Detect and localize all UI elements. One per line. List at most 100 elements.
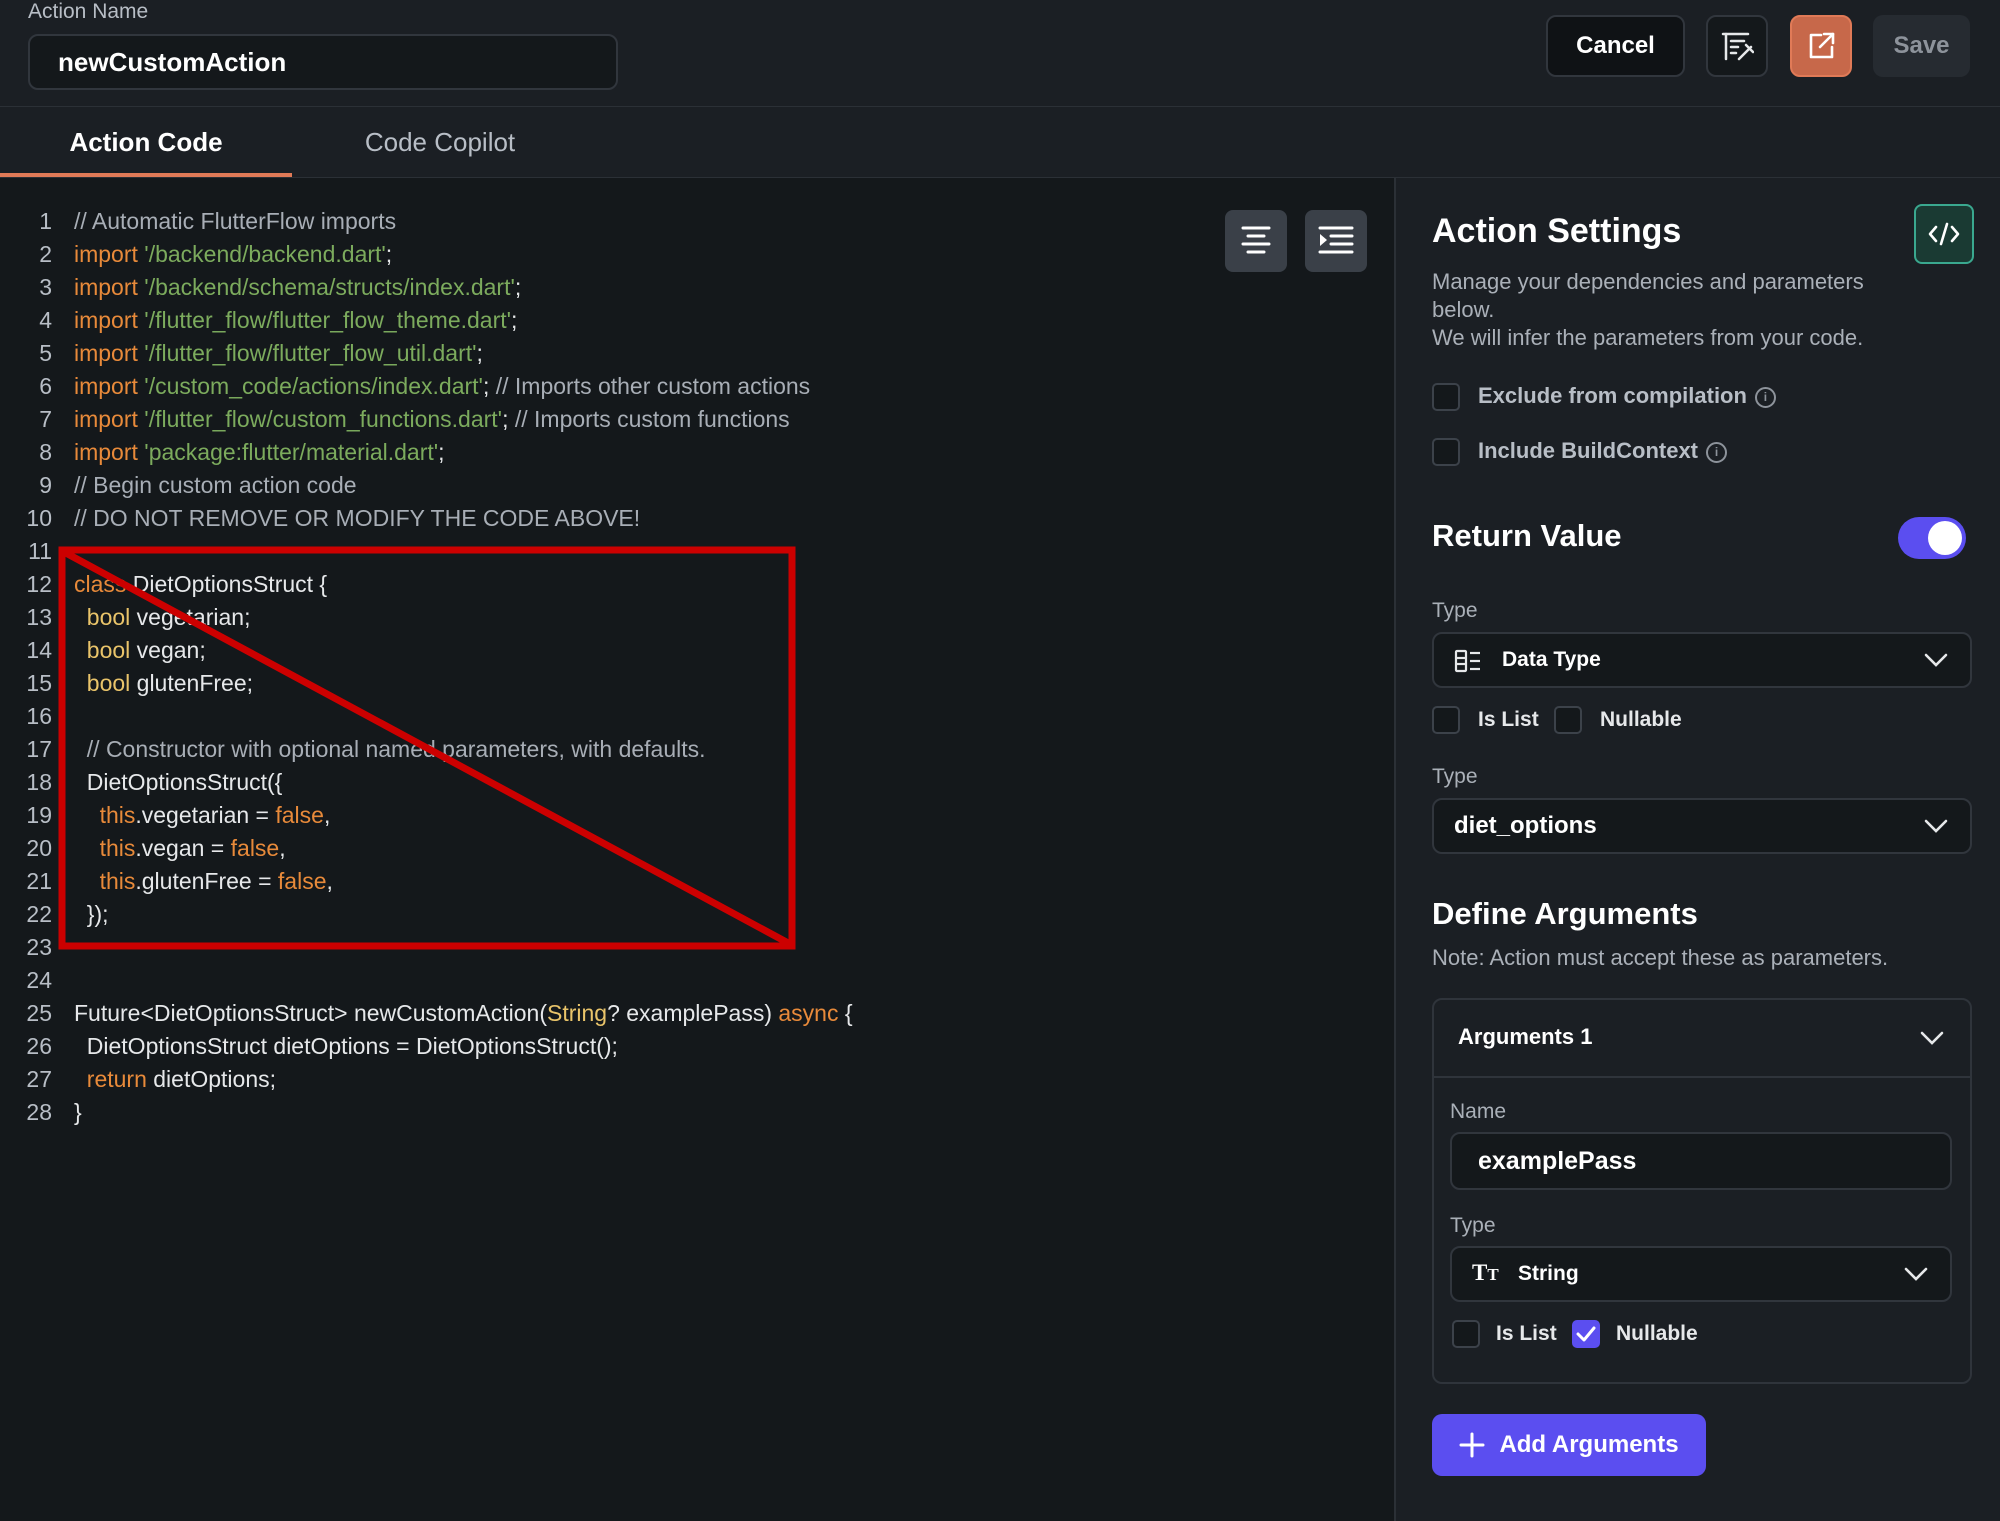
- line-number: 27: [26, 1066, 52, 1092]
- code-token: // DO NOT REMOVE OR MODIFY THE CODE ABOV…: [74, 505, 641, 531]
- code-line[interactable]: 23: [0, 931, 853, 964]
- format-code-button[interactable]: [1706, 15, 1768, 77]
- line-number: 4: [39, 307, 52, 333]
- code-token: ;: [438, 439, 445, 465]
- argument-card-header[interactable]: Arguments 1: [1434, 1000, 1970, 1078]
- code-token: glutenFree;: [130, 670, 254, 696]
- code-line[interactable]: 11: [0, 535, 853, 568]
- code-line[interactable]: 4 import '/flutter_flow/flutter_flow_them…: [0, 304, 853, 337]
- code-line[interactable]: 1 // Automatic FlutterFlow imports: [0, 205, 853, 238]
- code-token: false: [275, 802, 324, 828]
- code-line[interactable]: 24: [0, 964, 853, 997]
- code-line[interactable]: 14 bool vegan;: [0, 634, 853, 667]
- text-type-icon: TT: [1472, 1260, 1499, 1285]
- line-number: 19: [26, 802, 52, 828]
- checkmark-icon: [1576, 1326, 1596, 1342]
- code-token: ;: [385, 241, 393, 267]
- argument-card: Arguments 1 Name Type TT String Is List …: [1432, 998, 1972, 1384]
- save-button[interactable]: Save: [1873, 15, 1970, 77]
- code-line[interactable]: 12 class DietOptionsStruct {: [0, 568, 853, 601]
- code-lines[interactable]: 1 // Automatic FlutterFlow imports 2 import…: [0, 205, 853, 1129]
- code-token: .glutenFree =: [135, 868, 278, 894]
- argument-name-label: Name: [1450, 1100, 1507, 1123]
- code-token: '/flutter_flow/custom_functions.dart': [144, 406, 503, 432]
- line-number: 11: [28, 538, 52, 564]
- external-link-icon: [1809, 32, 1835, 59]
- argument-name-input[interactable]: [1450, 1132, 1952, 1190]
- code-token: ,: [279, 835, 286, 861]
- code-token: false: [277, 868, 327, 894]
- return-nullable-checkbox[interactable]: [1554, 706, 1582, 734]
- include-buildcontext-checkbox[interactable]: [1432, 438, 1460, 466]
- line-number: 15: [26, 670, 52, 696]
- cancel-button[interactable]: Cancel: [1546, 15, 1685, 77]
- return-type-select[interactable]: Data Type: [1432, 632, 1972, 688]
- code-line[interactable]: 25 Future<DietOptionsStruct> newCustomAct…: [0, 997, 853, 1030]
- indent-button[interactable]: [1305, 210, 1367, 272]
- code-line[interactable]: 3 import '/backend/schema/structs/index.d…: [0, 271, 853, 304]
- code-line[interactable]: 22 });: [0, 898, 853, 931]
- code-line[interactable]: 17 // Constructor with optional named pa…: [0, 733, 853, 766]
- code-line[interactable]: 21 this.glutenFree = false,: [0, 865, 853, 898]
- code-line[interactable]: 13 bool vegetarian;: [0, 601, 853, 634]
- action-name-input[interactable]: [28, 34, 618, 90]
- line-number: 14: [26, 637, 52, 663]
- code-token: ;: [514, 274, 522, 300]
- return-value-toggle[interactable]: [1898, 517, 1966, 559]
- code-line[interactable]: 8 import 'package:flutter/material.dart';: [0, 436, 853, 469]
- line-number: 6: [39, 373, 52, 399]
- chevron-down-icon[interactable]: [1920, 1030, 1944, 1046]
- code-token: {: [838, 1000, 853, 1026]
- line-number: 5: [39, 340, 52, 366]
- return-struct-select[interactable]: diet_options: [1432, 798, 1972, 854]
- return-struct-type-label: Type: [1432, 765, 1478, 788]
- return-is-list-checkbox[interactable]: [1432, 706, 1460, 734]
- center-align-button[interactable]: [1225, 210, 1287, 272]
- line-number: 12: [26, 571, 52, 597]
- info-icon[interactable]: i: [1754, 386, 1776, 408]
- code-line[interactable]: 19 this.vegetarian = false,: [0, 799, 853, 832]
- code-token: '/backend/schema/structs/index.dart': [144, 274, 515, 300]
- view-code-button[interactable]: [1914, 204, 1974, 264]
- info-icon[interactable]: i: [1706, 441, 1727, 463]
- code-editor[interactable]: 1 // Automatic FlutterFlow imports 2 import…: [0, 178, 1394, 1521]
- code-line[interactable]: 9 // Begin custom action code: [0, 469, 853, 502]
- settings-description-2: below.: [1432, 297, 1495, 322]
- include-buildcontext-label: Include BuildContext: [1478, 438, 1698, 463]
- settings-description-3: We will infer the parameters from your c…: [1432, 325, 1864, 350]
- code-line[interactable]: 27 return dietOptions;: [0, 1063, 853, 1096]
- code-line[interactable]: 6 import '/custom_code/actions/index.dart…: [0, 370, 853, 403]
- code-line[interactable]: 20 this.vegan = false,: [0, 832, 853, 865]
- code-line[interactable]: 18 DietOptionsStruct({: [0, 766, 853, 799]
- code-line[interactable]: 26 DietOptionsStruct dietOptions = DietO…: [0, 1030, 853, 1063]
- argument-is-list-checkbox[interactable]: [1452, 1320, 1480, 1348]
- data-type-icon: [1454, 649, 1480, 673]
- code-line[interactable]: 15 bool glutenFree;: [0, 667, 853, 700]
- open-external-button[interactable]: [1790, 15, 1852, 77]
- code-line[interactable]: 16: [0, 700, 853, 733]
- line-number: 1: [39, 208, 52, 234]
- code-line[interactable]: 28}: [0, 1096, 853, 1129]
- line-number: 7: [39, 406, 52, 432]
- argument-type-select[interactable]: TT String: [1450, 1246, 1952, 1302]
- code-token: // Begin custom action code: [74, 472, 357, 498]
- code-token: ;: [476, 340, 483, 366]
- argument-is-list-label: Is List: [1496, 1322, 1557, 1345]
- code-line[interactable]: 10 // DO NOT REMOVE OR MODIFY THE CODE AB…: [0, 502, 853, 535]
- add-arguments-button[interactable]: Add Arguments: [1432, 1414, 1706, 1476]
- line-number: 3: [39, 274, 52, 300]
- code-token: bool: [86, 604, 131, 630]
- code-line[interactable]: 7 import '/flutter_flow/custom_functions.…: [0, 403, 853, 436]
- tab-code-copilot[interactable]: Code Copilot: [320, 107, 560, 177]
- code-token: ;: [502, 406, 515, 432]
- code-token: bool: [86, 637, 131, 663]
- code-line[interactable]: 2 import '/backend/backend.dart';: [0, 238, 853, 271]
- exclude-compilation-checkbox[interactable]: [1432, 383, 1460, 411]
- code-token: bool: [86, 670, 131, 696]
- code-token: class: [74, 571, 127, 597]
- code-line[interactable]: 5 import '/flutter_flow/flutter_flow_util…: [0, 337, 853, 370]
- tab-action-code[interactable]: Action Code: [0, 107, 292, 177]
- argument-nullable-checkbox[interactable]: [1572, 1320, 1600, 1348]
